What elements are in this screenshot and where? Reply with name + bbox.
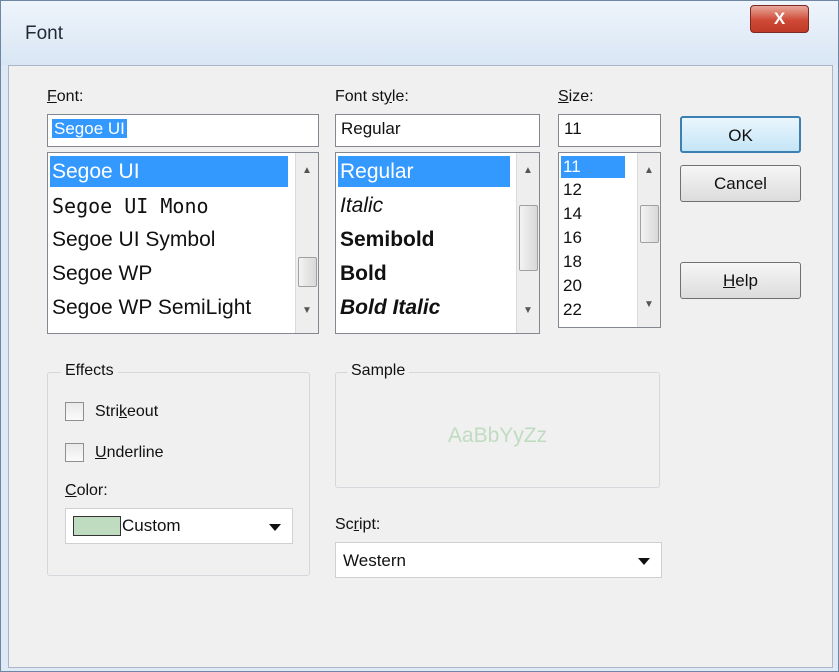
font-label-mnemonic: F bbox=[47, 88, 57, 105]
font-list-item[interactable]: Segoe UI bbox=[50, 156, 288, 187]
font-style-label: Font style: bbox=[335, 88, 409, 106]
size-list-scrollbar[interactable]: ▲ ▼ bbox=[637, 153, 660, 327]
font-style-list-item[interactable]: Regular bbox=[338, 156, 510, 187]
scroll-down-icon[interactable]: ▼ bbox=[638, 299, 660, 310]
scroll-up-icon[interactable]: ▲ bbox=[296, 165, 318, 176]
font-list[interactable]: Segoe UI Segoe UI Mono Segoe UI Symbol S… bbox=[47, 152, 319, 334]
font-style-label-rest: le: bbox=[391, 88, 409, 105]
ok-button[interactable]: OK bbox=[680, 116, 801, 153]
chevron-down-icon[interactable] bbox=[269, 524, 281, 531]
scrollbar-thumb[interactable] bbox=[640, 205, 659, 243]
font-dialog: Font X Font: Segoe UI Segoe UI Segoe UI … bbox=[0, 0, 839, 672]
underline-checkbox[interactable] bbox=[65, 443, 84, 462]
font-list-item[interactable]: Segoe UI Mono bbox=[50, 190, 209, 222]
size-list-item[interactable]: 18 bbox=[561, 250, 582, 274]
font-style-list-item[interactable]: Italic bbox=[338, 190, 383, 222]
dialog-client-area: Font: Segoe UI Segoe UI Segoe UI Mono Se… bbox=[8, 65, 833, 668]
size-list[interactable]: 11 12 14 16 18 20 22 ▲ ▼ bbox=[558, 152, 661, 328]
font-list-scrollbar[interactable]: ▲ ▼ bbox=[295, 153, 318, 333]
font-style-list-scrollbar[interactable]: ▲ ▼ bbox=[516, 153, 539, 333]
underline-label[interactable]: Underline bbox=[95, 444, 164, 462]
scrollbar-thumb[interactable] bbox=[298, 257, 317, 287]
strikeout-label-rest: eout bbox=[127, 403, 159, 420]
scrollbar-thumb[interactable] bbox=[519, 205, 538, 271]
font-style-list-item[interactable]: Bold Italic bbox=[338, 292, 440, 324]
size-label-rest: ize: bbox=[568, 88, 594, 105]
strikeout-label-pre: Stri bbox=[95, 403, 119, 420]
color-label: Color: bbox=[65, 482, 108, 500]
close-icon: X bbox=[773, 9, 786, 28]
scroll-up-icon[interactable]: ▲ bbox=[638, 165, 660, 176]
sample-group-title: Sample bbox=[347, 362, 410, 380]
help-button-mnemonic: H bbox=[723, 271, 736, 290]
font-style-list-item[interactable]: Semibold bbox=[338, 224, 435, 256]
script-label-pre: Sc bbox=[335, 516, 354, 533]
font-input[interactable]: Segoe UI bbox=[47, 114, 319, 147]
size-list-item[interactable]: 16 bbox=[561, 226, 582, 250]
help-button[interactable]: Help bbox=[680, 262, 801, 299]
help-button-rest: elp bbox=[735, 271, 758, 290]
strikeout-label[interactable]: Strikeout bbox=[95, 403, 158, 421]
color-value: Custom bbox=[122, 516, 181, 535]
strikeout-label-mnemonic: k bbox=[119, 403, 127, 420]
underline-label-mnemonic: U bbox=[95, 444, 107, 461]
scroll-down-icon[interactable]: ▼ bbox=[296, 305, 318, 316]
strikeout-checkbox[interactable] bbox=[65, 402, 84, 421]
script-label-rest: ipt: bbox=[359, 516, 381, 533]
font-style-label-mnemonic: y bbox=[383, 88, 392, 105]
effects-group bbox=[47, 372, 310, 576]
cancel-button[interactable]: Cancel bbox=[680, 165, 801, 202]
title-bar[interactable]: Font X bbox=[1, 1, 838, 65]
font-list-item[interactable]: Segoe WP SemiLight bbox=[50, 292, 251, 324]
script-combobox[interactable]: Western bbox=[335, 542, 662, 578]
dialog-title: Font bbox=[25, 23, 64, 44]
script-label: Script: bbox=[335, 516, 380, 534]
script-value: Western bbox=[343, 551, 406, 570]
font-style-input[interactable]: Regular bbox=[335, 114, 540, 147]
effects-group-title: Effects bbox=[61, 362, 118, 380]
font-list-item[interactable]: Segoe WP bbox=[50, 258, 152, 290]
scroll-down-icon[interactable]: ▼ bbox=[517, 305, 539, 316]
size-label-mnemonic: S bbox=[558, 88, 569, 105]
sample-text: AaBbYyZz bbox=[447, 424, 548, 447]
chevron-down-icon[interactable] bbox=[638, 558, 650, 565]
close-button[interactable]: X bbox=[750, 5, 809, 33]
font-label-rest: ont: bbox=[56, 88, 84, 105]
size-list-item[interactable]: 11 bbox=[561, 156, 625, 178]
color-combobox[interactable]: Custom bbox=[65, 508, 293, 544]
font-style-list-item[interactable]: Bold bbox=[338, 258, 387, 290]
size-list-item[interactable]: 22 bbox=[561, 298, 582, 322]
font-style-label-pre: Font st bbox=[335, 88, 384, 105]
size-list-item[interactable]: 12 bbox=[561, 178, 582, 202]
font-list-item[interactable]: Segoe UI Symbol bbox=[50, 224, 215, 256]
font-label: Font: bbox=[47, 88, 83, 106]
font-input-text: Segoe UI bbox=[52, 119, 127, 138]
scroll-up-icon[interactable]: ▲ bbox=[517, 165, 539, 176]
color-label-rest: olor: bbox=[76, 482, 108, 499]
underline-label-rest: nderline bbox=[106, 444, 164, 461]
font-style-list[interactable]: Regular Italic Semibold Bold Bold Italic… bbox=[335, 152, 540, 334]
size-list-item[interactable]: 14 bbox=[561, 202, 582, 226]
size-input[interactable]: 11 bbox=[558, 114, 661, 147]
size-list-item[interactable]: 20 bbox=[561, 274, 582, 298]
color-label-mnemonic: C bbox=[65, 482, 77, 499]
color-swatch bbox=[73, 516, 121, 536]
size-label: Size: bbox=[558, 88, 594, 106]
